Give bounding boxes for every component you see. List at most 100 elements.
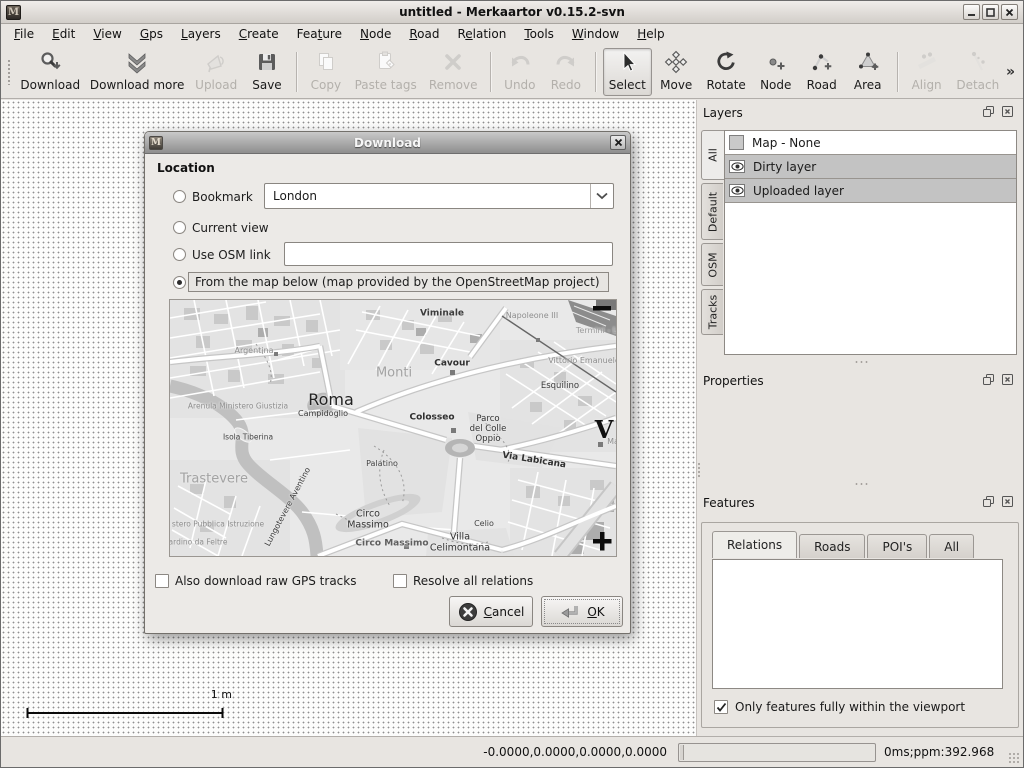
cancel-icon (458, 602, 478, 622)
bookmark-radio[interactable] (173, 190, 186, 203)
features-tab-relations[interactable]: Relations (712, 531, 797, 558)
align-icon (915, 50, 939, 77)
panel-splitter[interactable] (700, 358, 1023, 366)
float-panel-icon[interactable] (982, 373, 995, 386)
layers-tab-default[interactable]: Default (701, 183, 723, 240)
menu-item-file[interactable]: File (5, 25, 43, 44)
features-tab-roads[interactable]: Roads (799, 534, 865, 558)
menu-item-road[interactable]: Road (400, 25, 448, 44)
toolbar-separator (897, 52, 898, 92)
toolbar-button-label: Upload (195, 78, 237, 92)
road-icon (810, 50, 834, 77)
toolbar-button-label: Road (807, 78, 837, 92)
dialog-titlebar[interactable]: M Download (145, 132, 630, 154)
layer-row-uploaded-layer[interactable]: Uploaded layer (725, 179, 1016, 203)
toolbar-button-label: Paste tags (355, 78, 417, 92)
menu-item-tools[interactable]: Tools (515, 25, 563, 44)
layer-row-label: Map - None (752, 136, 821, 150)
close-panel-icon[interactable] (1001, 373, 1014, 386)
combobox-dropdown-button[interactable] (590, 184, 613, 208)
menu-item-node[interactable]: Node (351, 25, 400, 44)
toolbar-button-download[interactable]: Download (16, 48, 85, 96)
gps-tracks-checkbox-label[interactable]: Also download raw GPS tracks (175, 574, 356, 588)
toolbar-button-label: Undo (504, 78, 535, 92)
coordinates-readout: -0.0000,0.0000,0.0000,0.0000 (483, 745, 667, 759)
eye-icon[interactable] (729, 184, 745, 197)
viewport-checkbox[interactable] (714, 700, 728, 714)
current-view-radio[interactable] (173, 221, 186, 234)
features-tab-pois[interactable]: POI's (867, 534, 927, 558)
from-map-radio[interactable] (173, 276, 186, 289)
float-panel-icon[interactable] (982, 105, 995, 118)
menu-item-feature[interactable]: Feature (288, 25, 351, 44)
layer-row-map-none[interactable]: Map - None (725, 131, 1016, 155)
bookmark-combobox[interactable]: London (264, 183, 614, 209)
zoom-in-control[interactable] (592, 531, 612, 554)
eye-icon[interactable] (729, 160, 745, 173)
menu-item-layers[interactable]: Layers (172, 25, 230, 44)
zoom-out-control[interactable] (592, 302, 612, 316)
osm-link-radio-label[interactable]: Use OSM link (192, 248, 271, 262)
cancel-button[interactable]: Cancel (449, 596, 533, 627)
close-panel-icon[interactable] (1001, 105, 1014, 118)
gps-tracks-checkbox[interactable] (155, 574, 169, 588)
ok-button[interactable]: OK (541, 596, 623, 627)
features-list[interactable] (712, 559, 1003, 689)
from-map-radio-label[interactable]: From the map below (map provided by the … (188, 272, 609, 292)
toolbar-button-area[interactable]: Area (846, 48, 890, 96)
toolbar-button-upload: Upload (189, 48, 243, 96)
layers-list: Map - None Dirty layerUploaded layer (724, 130, 1017, 355)
features-tab-all[interactable]: All (929, 534, 974, 558)
resize-grip[interactable] (1008, 752, 1020, 764)
features-group-box: RelationsRoadsPOI'sAll Only features ful… (701, 522, 1019, 728)
float-panel-icon[interactable] (982, 495, 995, 508)
toolbar-button-node[interactable]: Node (754, 48, 798, 96)
toolbar-button-label: Detach (956, 78, 999, 92)
osm-link-radio[interactable] (173, 248, 186, 261)
dialog-close-button[interactable] (610, 135, 626, 150)
toolbar-button-align: Align (905, 48, 949, 96)
close-panel-icon[interactable] (1001, 495, 1014, 508)
ok-enter-icon (559, 602, 581, 622)
toolbar-button-save[interactable]: Save (245, 48, 289, 96)
toolbar-button-label: Copy (311, 78, 341, 92)
menu-item-gps[interactable]: Gps (131, 25, 172, 44)
toolbar-button-move[interactable]: Move (654, 48, 699, 96)
osm-link-input[interactable] (284, 242, 613, 266)
copy-icon (314, 50, 338, 77)
osm-slippy-map[interactable]: ViminaleNapoleone IIITermini - LaArgenti… (169, 299, 617, 557)
menu-item-window[interactable]: Window (563, 25, 628, 44)
window-title: untitled - Merkaartor v0.15.2-svn (1, 5, 1023, 19)
panel-splitter[interactable] (700, 480, 1023, 488)
remove-icon (441, 50, 465, 77)
toolbar-separator (296, 52, 297, 92)
toolbar-button-download-more[interactable]: Download more (87, 48, 188, 96)
layer-row-dirty-layer[interactable]: Dirty layer (725, 155, 1016, 179)
menu-item-view[interactable]: View (84, 25, 130, 44)
toolbar-overflow-chevron[interactable]: » (1006, 64, 1015, 80)
toolbar-button-road[interactable]: Road (800, 48, 844, 96)
menu-item-relation[interactable]: Relation (448, 25, 515, 44)
combobox-value: London (273, 189, 317, 203)
layers-tab-tracks[interactable]: Tracks (701, 289, 723, 335)
toolbar-button-select[interactable]: Select (603, 48, 652, 96)
properties-panel-title: Properties (703, 374, 764, 388)
scale-bar-line (26, 688, 226, 718)
layer-checkbox-icon[interactable] (729, 135, 744, 150)
close-button[interactable] (1001, 4, 1018, 20)
current-view-radio-label[interactable]: Current view (192, 221, 269, 235)
resolve-relations-checkbox[interactable] (393, 574, 407, 588)
menu-item-help[interactable]: Help (628, 25, 673, 44)
menu-bar: FileEditViewGpsLayersCreateFeatureNodeRo… (1, 24, 1023, 45)
menu-item-create[interactable]: Create (230, 25, 288, 44)
resolve-relations-checkbox-label[interactable]: Resolve all relations (413, 574, 533, 588)
maximize-button[interactable] (982, 4, 999, 20)
minimize-button[interactable] (963, 4, 980, 20)
toolbar-handle[interactable] (7, 59, 11, 85)
bookmark-radio-label[interactable]: Bookmark (192, 190, 253, 204)
menu-item-edit[interactable]: Edit (43, 25, 84, 44)
area-icon (856, 50, 880, 77)
layers-tab-osm[interactable]: OSM (701, 243, 723, 286)
layers-tab-all[interactable]: All (701, 130, 724, 180)
toolbar-button-rotate[interactable]: Rotate (701, 48, 752, 96)
